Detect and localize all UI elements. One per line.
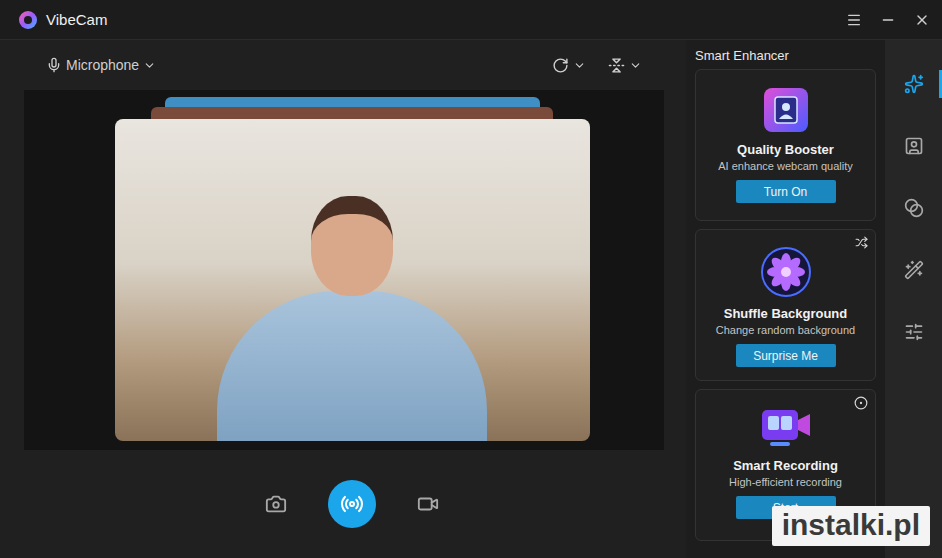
app-window: VibeCamMicrophoneSmart EnhancerQuality B… (0, 0, 942, 558)
rotate-dropdown[interactable] (550, 55, 588, 76)
sidebar-item[interactable] (885, 128, 942, 164)
chevron-down-icon (629, 59, 642, 72)
smart-enhancer-panel: Smart Enhancer Quality Booster AI enhance … (686, 40, 885, 558)
capture-controls (24, 450, 664, 558)
menu-icon (846, 12, 862, 28)
preview-stage (24, 90, 664, 450)
camera-preview (115, 119, 590, 441)
shuffle-background-icon (760, 246, 812, 298)
snapshot-button[interactable] (254, 482, 298, 526)
feature-card: Shuffle Background Change random backgrou… (695, 229, 876, 381)
sidebar-item[interactable] (885, 314, 942, 350)
quality-booster-icon (762, 86, 810, 134)
sidebar-item[interactable] (885, 252, 942, 288)
card-subtitle: Change random background (716, 324, 855, 336)
close-icon (914, 12, 930, 28)
sidebar (885, 40, 942, 558)
card-subtitle: AI enhance webcam quality (718, 160, 853, 172)
effects-icon (904, 260, 924, 280)
card-title: Smart Recording (733, 458, 838, 473)
portrait-icon (904, 136, 924, 156)
main-area: Microphone (0, 40, 686, 558)
video-icon (417, 493, 439, 515)
shuffle-icon[interactable] (855, 236, 868, 249)
toolbar: Microphone (24, 40, 664, 90)
flip-dropdown[interactable] (606, 55, 644, 76)
enhancer-icon (904, 74, 924, 94)
window-title: VibeCam (46, 11, 844, 28)
feature-card: Quality Booster AI enhance webcam quality… (695, 69, 876, 221)
filters-icon (904, 198, 924, 218)
settings-icon[interactable] (854, 396, 868, 410)
card-button[interactable]: Turn On (736, 180, 836, 203)
live-button[interactable] (328, 480, 376, 528)
chevron-down-icon (573, 59, 586, 72)
microphone-dropdown[interactable]: Microphone (44, 55, 158, 75)
rotate-icon (552, 57, 569, 74)
minimize-icon (880, 12, 896, 28)
camera-icon (265, 493, 287, 515)
microphone-icon (46, 57, 62, 73)
background-stack-middle (151, 107, 553, 119)
record-button[interactable] (406, 482, 450, 526)
card-subtitle: High-efficient recording (729, 476, 842, 488)
title-bar: VibeCam (0, 0, 942, 40)
settings-sliders-icon (904, 322, 924, 342)
card-button[interactable]: Surprise Me (736, 344, 836, 367)
sidebar-item[interactable] (885, 190, 942, 226)
broadcast-icon (340, 492, 364, 516)
card-title: Quality Booster (737, 142, 834, 157)
minimize-button[interactable] (878, 10, 898, 30)
smart-recording-icon (760, 406, 812, 450)
panel-title: Smart Enhancer (695, 40, 876, 69)
background-stack-back (165, 97, 540, 107)
chevron-down-icon (143, 59, 156, 72)
card-title: Shuffle Background (724, 306, 848, 321)
vibecam-logo-icon (18, 10, 38, 30)
menu-button[interactable] (844, 10, 864, 30)
close-button[interactable] (912, 10, 932, 30)
sidebar-item[interactable] (885, 66, 942, 102)
flip-icon (608, 57, 625, 74)
watermark: instalki.pl (772, 506, 930, 546)
